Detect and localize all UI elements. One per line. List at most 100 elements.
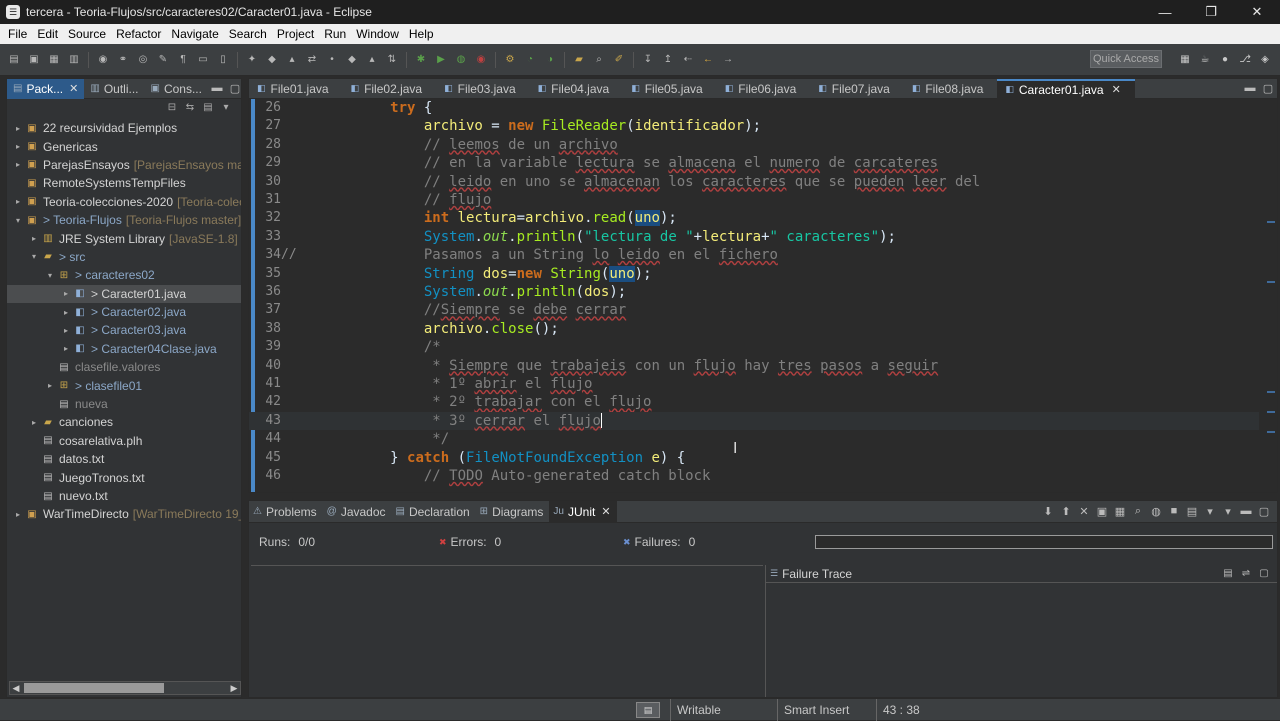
tree-item[interactable]: ▾ ▰ > src xyxy=(7,248,241,266)
code-line[interactable]: 38 archivo.close(); xyxy=(249,320,1259,338)
compare-icon[interactable]: ⇌ xyxy=(1237,568,1255,579)
collapsed-arrow-icon[interactable]: ▸ xyxy=(61,344,71,353)
coverage-icon[interactable]: ◍ xyxy=(454,53,468,67)
scroll-lock-icon[interactable]: ▣ xyxy=(1093,505,1111,518)
pen-icon[interactable]: ✐ xyxy=(612,53,626,67)
menu-help[interactable]: Help xyxy=(405,27,438,41)
collapsed-arrow-icon[interactable]: ▸ xyxy=(45,381,55,390)
expanded-arrow-icon[interactable]: ▾ xyxy=(29,252,39,261)
bottom-tab[interactable]: ⊞ Diagrams xyxy=(476,501,550,523)
git-perspective-icon[interactable]: ⎇ xyxy=(1238,52,1252,66)
collapse-all-icon[interactable]: ⊟ xyxy=(163,102,181,116)
whitespace-icon[interactable]: ¶ xyxy=(176,53,190,67)
collapsed-arrow-icon[interactable]: ▸ xyxy=(29,234,39,243)
tree-item[interactable]: ▤ nuevo.txt xyxy=(7,487,241,505)
code-line[interactable]: 46 // TODO Auto-generated catch block xyxy=(249,467,1259,485)
editor-tab[interactable]: ◧ File01.java xyxy=(249,79,343,99)
save-all-icon[interactable]: ▦ xyxy=(47,53,61,67)
tree-item[interactable]: ▸ ▰ canciones xyxy=(7,413,241,431)
tree-item[interactable]: ▸ ◧ > Caracter01.java xyxy=(7,284,241,303)
minimize-view-icon[interactable]: ▬ xyxy=(1237,505,1255,518)
search-icon[interactable]: ⌕ xyxy=(1129,505,1147,518)
team-perspective-icon[interactable]: ◈ xyxy=(1258,52,1272,66)
diamond-icon[interactable]: ◆ xyxy=(345,53,359,67)
code-line[interactable]: 35 String dos=new String(uno); xyxy=(249,265,1259,283)
tree-item[interactable]: ▸ ▣ 22 recursividad Ejemplos xyxy=(7,119,241,137)
forward-arrow-icon[interactable]: → xyxy=(721,53,735,67)
tree-item[interactable]: ▸ ▣ WarTimeDirecto [WarTimeDirecto 19_ xyxy=(7,505,241,523)
close-icon[interactable]: ✕ xyxy=(601,505,610,518)
dot-icon[interactable]: • xyxy=(325,53,339,67)
menu-run[interactable]: Run xyxy=(320,27,350,41)
open-type-icon[interactable]: ▰ xyxy=(572,53,586,67)
bottom-tab[interactable]: Ju JUnit ✕ xyxy=(549,500,617,523)
code-line[interactable]: 40 * Siempre que trabajeis con un flujo … xyxy=(249,357,1259,375)
code-line[interactable]: 37 //Siempre se debe cerrar xyxy=(249,301,1259,319)
tab-package-explorer[interactable]: ▤ Pack... ✕ xyxy=(7,78,85,99)
expanded-arrow-icon[interactable]: ▾ xyxy=(13,216,23,225)
tree-item[interactable]: ▸ ▣ Teoria-colecciones-2020 [Teoria-colec xyxy=(7,193,241,211)
failures-only-icon[interactable]: ✕ xyxy=(1075,505,1093,518)
tree-item[interactable]: ▤ cosarelativa.plh xyxy=(7,432,241,450)
collapsed-arrow-icon[interactable]: ▸ xyxy=(61,308,71,317)
menu-window[interactable]: Window xyxy=(352,27,403,41)
code-line[interactable]: 36 System.out.println(dos); xyxy=(249,283,1259,301)
occurrence-marker[interactable] xyxy=(1267,431,1275,433)
tree-item[interactable]: ▸ ◧ > Caracter03.java xyxy=(7,321,241,339)
occurrence-marker[interactable] xyxy=(1267,221,1275,223)
editor-tab[interactable]: ◧ File07.java xyxy=(810,79,904,99)
menu-search[interactable]: Search xyxy=(225,27,271,41)
menu-file[interactable]: File xyxy=(4,27,31,41)
copy-trace-icon[interactable]: ▢ xyxy=(1255,568,1273,579)
tree-item[interactable]: ▸ ▣ Genericas xyxy=(7,137,241,155)
bottom-tab[interactable]: ⚠ Problems xyxy=(249,501,323,523)
code-line[interactable]: 43 * 3º cerrar el flujo xyxy=(249,411,1259,431)
build-icon[interactable]: ◉ xyxy=(96,53,110,67)
new-package-icon[interactable]: ◔ xyxy=(523,53,537,67)
code-line[interactable]: 41 * 1º abrir el flujo xyxy=(249,375,1259,393)
occurrence-marker[interactable] xyxy=(1267,411,1275,413)
tab-console[interactable]: ▣ Cons... xyxy=(145,79,208,99)
quick-access-input[interactable]: Quick Access xyxy=(1090,50,1162,68)
scroll-thumb[interactable] xyxy=(24,683,164,693)
minimize-view-icon[interactable]: ▬ xyxy=(208,82,226,95)
editor-status-icon[interactable]: ▤ xyxy=(636,702,660,718)
view-menu-icon[interactable]: ▾ xyxy=(1219,505,1237,518)
code-line[interactable]: 29 // en la variable lectura se almacena… xyxy=(249,154,1259,172)
code-line[interactable]: 42 * 2º trabajar con el flujo xyxy=(249,393,1259,411)
collapsed-arrow-icon[interactable]: ▸ xyxy=(13,124,23,133)
history-icon[interactable]: ▤ xyxy=(1183,505,1201,518)
back-arrow-icon[interactable]: ← xyxy=(701,53,715,67)
bottom-tab[interactable]: ▤ Declaration xyxy=(392,501,476,523)
collapsed-arrow-icon[interactable]: ▸ xyxy=(13,197,23,206)
tree-item[interactable]: ▾ ⊞ > caracteres02 xyxy=(7,266,241,284)
expanded-arrow-icon[interactable]: ▾ xyxy=(45,271,55,280)
code-line[interactable]: 26 try { xyxy=(249,99,1259,117)
view-menu-icon[interactable]: ▾ xyxy=(217,102,235,116)
share-icon[interactable]: ⇄ xyxy=(305,53,319,67)
editor-tab[interactable]: ◧ File08.java xyxy=(904,79,998,99)
scroll-right-icon[interactable]: ▶ xyxy=(228,682,240,694)
triangle-icon[interactable]: ▴ xyxy=(365,53,379,67)
code-line[interactable]: 39 /* xyxy=(249,338,1259,356)
code-line[interactable]: 33 System.out.println("lectura de "+lect… xyxy=(249,228,1259,246)
code-line[interactable]: 45 } catch (FileNotFoundException e) { xyxy=(249,449,1259,467)
highlight-icon[interactable]: ✎ xyxy=(156,53,170,67)
occurrence-marker[interactable] xyxy=(1267,281,1275,283)
next-annotation-icon[interactable]: ✦ xyxy=(245,53,259,67)
code-line[interactable]: 34// Pasamos a un String lo leido en el … xyxy=(249,246,1259,264)
debug-perspective-icon[interactable]: ● xyxy=(1218,52,1232,66)
menu-project[interactable]: Project xyxy=(273,27,318,41)
new-class-icon[interactable]: ◑ xyxy=(543,53,557,67)
scroll-left-icon[interactable]: ◀ xyxy=(10,682,22,694)
editor-tab[interactable]: ◧ File06.java xyxy=(717,79,811,99)
toggle-icon[interactable]: ▯ xyxy=(216,53,230,67)
tab-outline[interactable]: ▥ Outli... xyxy=(84,79,144,99)
minimize-editor-icon[interactable]: ▬ xyxy=(1241,82,1259,95)
collapsed-arrow-icon[interactable]: ▸ xyxy=(29,418,39,427)
run-icon[interactable]: ▶ xyxy=(434,53,448,67)
maximize-view-icon[interactable]: ▢ xyxy=(1255,505,1273,518)
collapsed-arrow-icon[interactable]: ▸ xyxy=(13,160,23,169)
next-failure-icon[interactable]: ⬇ xyxy=(1039,505,1057,518)
link-editor-icon[interactable]: ⇆ xyxy=(181,102,199,116)
